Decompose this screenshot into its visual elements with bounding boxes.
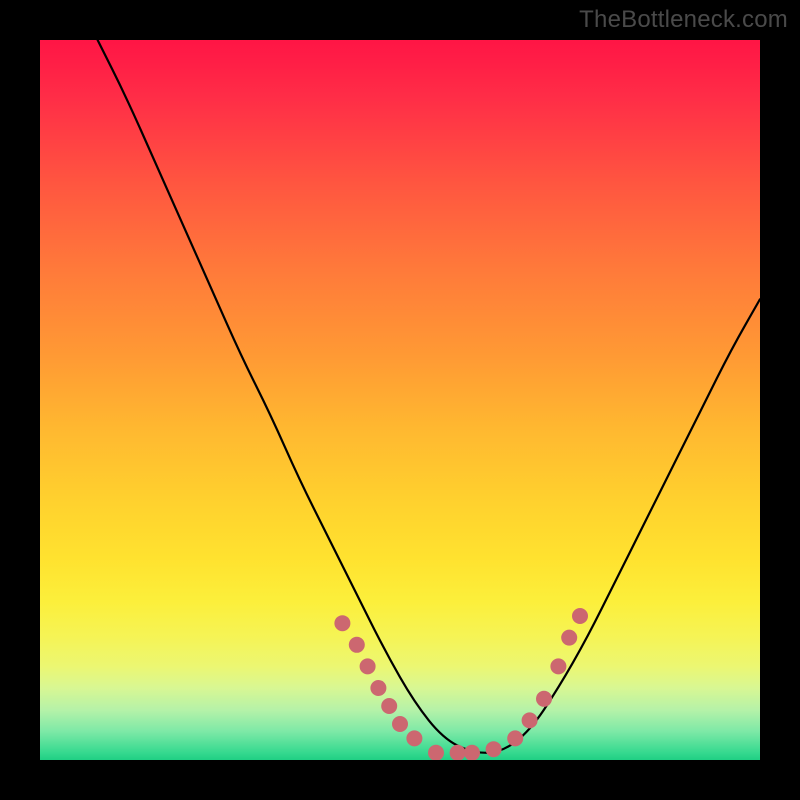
watermark-text: TheBottleneck.com xyxy=(579,6,788,34)
threshold-point xyxy=(536,691,552,707)
threshold-points xyxy=(334,608,588,760)
curve-layer xyxy=(40,40,760,760)
threshold-point xyxy=(572,608,588,624)
threshold-point xyxy=(406,730,422,746)
threshold-point xyxy=(507,730,523,746)
threshold-point xyxy=(392,716,408,732)
threshold-point xyxy=(381,698,397,714)
bottleneck-curve xyxy=(98,40,760,753)
threshold-point xyxy=(334,615,350,631)
threshold-point xyxy=(360,658,376,674)
threshold-point xyxy=(550,658,566,674)
plot-area xyxy=(40,40,760,760)
threshold-point xyxy=(522,712,538,728)
threshold-point xyxy=(464,745,480,760)
threshold-point xyxy=(370,680,386,696)
chart-frame: TheBottleneck.com xyxy=(0,0,800,800)
threshold-point xyxy=(486,741,502,757)
threshold-point xyxy=(349,637,365,653)
threshold-point xyxy=(428,745,444,760)
threshold-point xyxy=(561,630,577,646)
